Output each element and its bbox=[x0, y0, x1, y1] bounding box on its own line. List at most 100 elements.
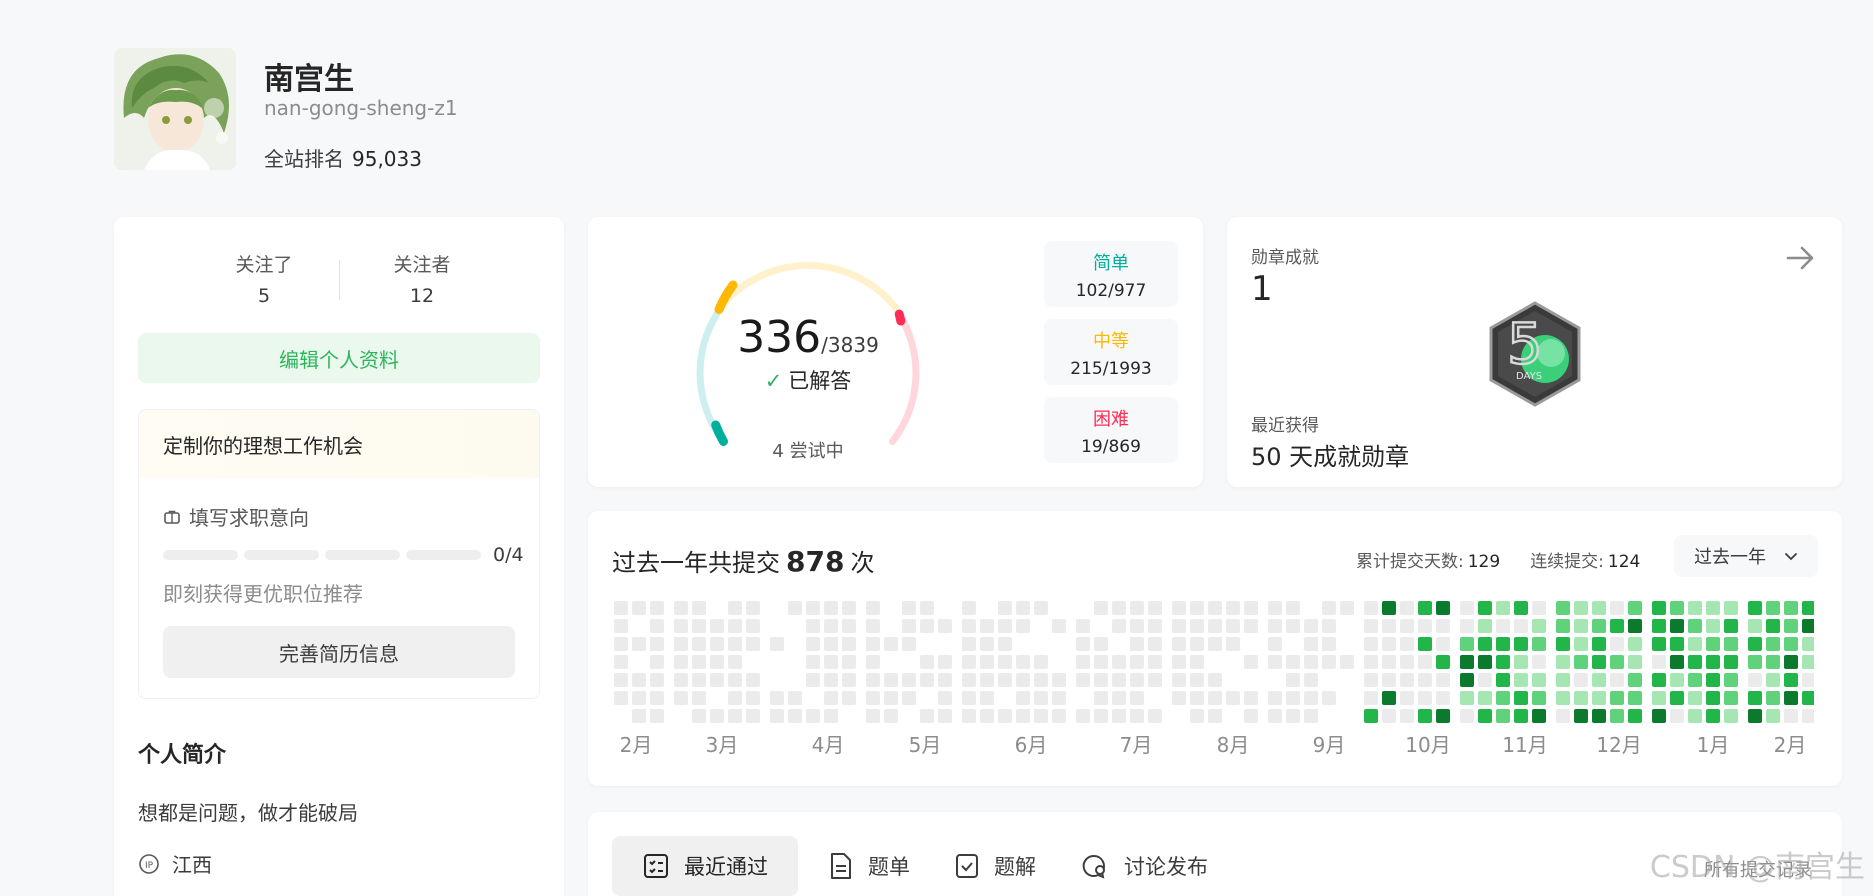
heatmap-cell[interactable] bbox=[920, 673, 934, 687]
heatmap-cell[interactable] bbox=[824, 709, 838, 723]
heatmap-cell[interactable] bbox=[1322, 691, 1336, 705]
heatmap-cell[interactable] bbox=[1076, 619, 1090, 633]
heatmap-cell[interactable] bbox=[998, 709, 1012, 723]
heatmap-cell[interactable] bbox=[1592, 691, 1606, 705]
heatmap-cell[interactable] bbox=[1244, 655, 1258, 669]
heatmap-cell[interactable] bbox=[746, 637, 760, 651]
avatar[interactable] bbox=[114, 48, 236, 170]
heatmap-cell[interactable] bbox=[902, 691, 916, 705]
heatmap-cell[interactable] bbox=[1766, 637, 1780, 651]
heatmap-cell[interactable] bbox=[1190, 601, 1204, 615]
heatmap-cell[interactable] bbox=[692, 673, 706, 687]
heatmap-cell[interactable] bbox=[1802, 673, 1814, 687]
heatmap-cell[interactable] bbox=[710, 619, 724, 633]
heatmap-cell[interactable] bbox=[1478, 655, 1492, 669]
difficulty-box[interactable]: 简单 102/977 bbox=[1044, 241, 1178, 307]
heatmap-cell[interactable] bbox=[866, 637, 880, 651]
heatmap-cell[interactable] bbox=[650, 673, 664, 687]
heatmap-cell[interactable] bbox=[1592, 709, 1606, 723]
heatmap-cell[interactable] bbox=[1460, 655, 1474, 669]
heatmap-cell[interactable] bbox=[728, 691, 742, 705]
heatmap-cell[interactable] bbox=[980, 691, 994, 705]
heatmap-cell[interactable] bbox=[1016, 619, 1030, 633]
heatmap-cell[interactable] bbox=[1148, 709, 1162, 723]
heatmap-cell[interactable] bbox=[1130, 619, 1144, 633]
heatmap-cell[interactable] bbox=[1784, 637, 1798, 651]
heatmap-cell[interactable] bbox=[884, 709, 898, 723]
heatmap-cell[interactable] bbox=[1610, 601, 1624, 615]
heatmap-cell[interactable] bbox=[632, 637, 646, 651]
heatmap-cell[interactable] bbox=[1766, 673, 1780, 687]
heatmap-cell[interactable] bbox=[1628, 673, 1642, 687]
heatmap-cell[interactable] bbox=[938, 691, 952, 705]
heatmap-cell[interactable] bbox=[962, 655, 976, 669]
heatmap-cell[interactable] bbox=[806, 619, 820, 633]
heatmap-cell[interactable] bbox=[1382, 619, 1396, 633]
heatmap-cell[interactable] bbox=[1724, 601, 1738, 615]
heatmap-cell[interactable] bbox=[1766, 709, 1780, 723]
heatmap-cell[interactable] bbox=[1400, 655, 1414, 669]
heatmap-cell[interactable] bbox=[1592, 637, 1606, 651]
heatmap-cell[interactable] bbox=[866, 709, 880, 723]
heatmap-cell[interactable] bbox=[1802, 619, 1814, 633]
heatmap-cell[interactable] bbox=[1364, 691, 1378, 705]
heatmap-cell[interactable] bbox=[1418, 601, 1432, 615]
heatmap-cell[interactable] bbox=[614, 691, 628, 705]
heatmap-cell[interactable] bbox=[1112, 655, 1126, 669]
heatmap-cell[interactable] bbox=[632, 691, 646, 705]
heatmap-cell[interactable] bbox=[1034, 673, 1048, 687]
heatmap-cell[interactable] bbox=[1514, 619, 1528, 633]
heatmap-cell[interactable] bbox=[1208, 709, 1222, 723]
job-intent-row[interactable]: 填写求职意向 bbox=[163, 502, 309, 531]
heatmap-cell[interactable] bbox=[1478, 619, 1492, 633]
difficulty-box[interactable]: 中等 215/1993 bbox=[1044, 319, 1178, 385]
heatmap-cell[interactable] bbox=[806, 655, 820, 669]
heatmap-cell[interactable] bbox=[1670, 655, 1684, 669]
heatmap-cell[interactable] bbox=[1556, 709, 1570, 723]
heatmap-cell[interactable] bbox=[824, 619, 838, 633]
heatmap-cell[interactable] bbox=[1670, 673, 1684, 687]
heatmap-cell[interactable] bbox=[1094, 691, 1108, 705]
heatmap-cell[interactable] bbox=[1094, 637, 1108, 651]
heatmap-cell[interactable] bbox=[920, 601, 934, 615]
heatmap-cell[interactable] bbox=[1076, 655, 1090, 669]
heatmap-cell[interactable] bbox=[884, 637, 898, 651]
heatmap-cell[interactable] bbox=[1652, 601, 1666, 615]
heatmap-cell[interactable] bbox=[1076, 637, 1090, 651]
heatmap-cell[interactable] bbox=[1286, 709, 1300, 723]
heatmap-cell[interactable] bbox=[1628, 619, 1642, 633]
heatmap-cell[interactable] bbox=[1766, 601, 1780, 615]
heatmap-cell[interactable] bbox=[710, 637, 724, 651]
heatmap-cell[interactable] bbox=[1652, 619, 1666, 633]
heatmap-cell[interactable] bbox=[770, 709, 784, 723]
heatmap-cell[interactable] bbox=[1364, 709, 1378, 723]
heatmap-cell[interactable] bbox=[1592, 601, 1606, 615]
heatmap-cell[interactable] bbox=[1112, 691, 1126, 705]
heatmap-cell[interactable] bbox=[866, 691, 880, 705]
heatmap-cell[interactable] bbox=[692, 601, 706, 615]
heatmap-cell[interactable] bbox=[788, 691, 802, 705]
heatmap-cell[interactable] bbox=[1400, 601, 1414, 615]
heatmap-cell[interactable] bbox=[746, 619, 760, 633]
heatmap-cell[interactable] bbox=[1460, 619, 1474, 633]
range-select[interactable]: 过去一年 bbox=[1674, 535, 1818, 577]
heatmap-cell[interactable] bbox=[614, 637, 628, 651]
heatmap-cell[interactable] bbox=[1460, 637, 1474, 651]
heatmap-cell[interactable] bbox=[1706, 637, 1720, 651]
heatmap-cell[interactable] bbox=[1748, 619, 1762, 633]
heatmap-cell[interactable] bbox=[1478, 691, 1492, 705]
heatmap-cell[interactable] bbox=[1556, 655, 1570, 669]
heatmap-cell[interactable] bbox=[938, 619, 952, 633]
heatmap-cell[interactable] bbox=[674, 691, 688, 705]
heatmap-cell[interactable] bbox=[1610, 619, 1624, 633]
heatmap-cell[interactable] bbox=[1016, 673, 1030, 687]
heatmap-cell[interactable] bbox=[1532, 637, 1546, 651]
heatmap-cell[interactable] bbox=[1748, 709, 1762, 723]
heatmap-cell[interactable] bbox=[1706, 655, 1720, 669]
heatmap-cell[interactable] bbox=[1304, 709, 1318, 723]
heatmap-cell[interactable] bbox=[1592, 655, 1606, 669]
heatmap-cell[interactable] bbox=[962, 601, 976, 615]
heatmap-cell[interactable] bbox=[1748, 691, 1762, 705]
heatmap-cell[interactable] bbox=[1226, 691, 1240, 705]
heatmap-cell[interactable] bbox=[1766, 619, 1780, 633]
